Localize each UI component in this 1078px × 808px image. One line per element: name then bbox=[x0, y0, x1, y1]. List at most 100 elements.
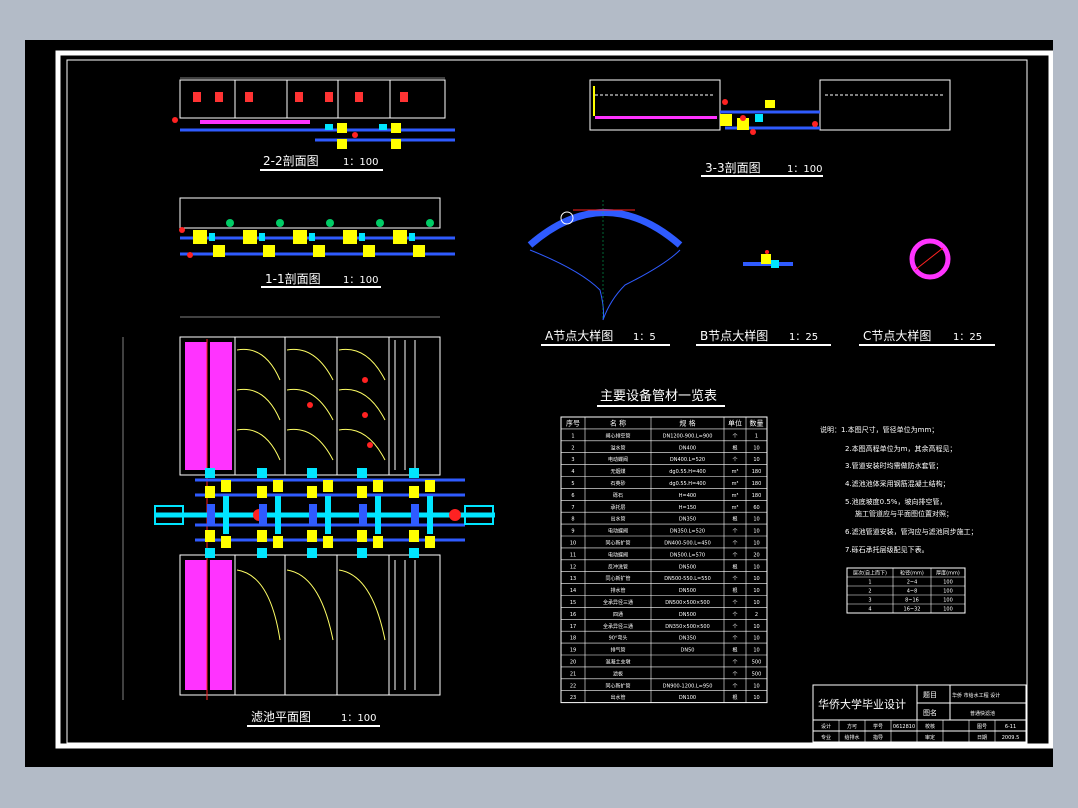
table-cell: 10 bbox=[753, 636, 759, 642]
title-block-cell: 学号 bbox=[873, 723, 883, 730]
valve-symbol bbox=[313, 245, 325, 257]
table-cell: 砾石 bbox=[613, 492, 623, 499]
table-cell: dg0.55.H=400 bbox=[669, 469, 706, 475]
note-line-8: 7.砾石承托层级配见下表。 bbox=[845, 545, 929, 554]
table-cell: 10 bbox=[753, 624, 759, 630]
gravel-cell: 16~32 bbox=[904, 607, 921, 613]
title-block-cell: 给排水 bbox=[844, 734, 859, 741]
table-cell: 7 bbox=[571, 505, 574, 511]
table-cell: 500 bbox=[752, 660, 762, 666]
plan-title: 滤池平面图 bbox=[251, 710, 311, 724]
pipe-fitting bbox=[359, 504, 367, 526]
valve-symbol bbox=[257, 486, 267, 498]
table-cell: 16 bbox=[570, 612, 576, 618]
detail-a-scale: 1：5 bbox=[633, 332, 656, 343]
table-cell: 9 bbox=[571, 529, 574, 535]
gravel-cell: 8~16 bbox=[905, 598, 919, 604]
table-cell: 同心新扩管 bbox=[605, 682, 630, 689]
table-cell: 11 bbox=[570, 552, 576, 558]
table-cell: 排气管 bbox=[610, 647, 625, 654]
table-cell: 10 bbox=[753, 445, 759, 451]
table-cell: 根 bbox=[732, 587, 737, 594]
pipe-fitting bbox=[207, 504, 215, 526]
valve-symbol bbox=[425, 536, 435, 548]
table-cell: 10 bbox=[570, 541, 576, 547]
table-header-cell: 规 格 bbox=[679, 419, 695, 428]
table-cell: 21 bbox=[570, 671, 576, 677]
pipe-fitting bbox=[309, 233, 315, 241]
table-cell: DN500-550.L=550 bbox=[664, 576, 711, 582]
pipe-fitting bbox=[257, 468, 267, 478]
table-cell: DN400-500.L=450 bbox=[664, 541, 711, 547]
table-cell: DN50 bbox=[681, 648, 695, 654]
pipe-fitting bbox=[357, 468, 367, 478]
table-cell: DN500 bbox=[679, 588, 696, 594]
table-cell: 根 bbox=[732, 563, 737, 570]
gravel-cell: 1 bbox=[868, 580, 871, 586]
detail-a-title: A节点大样图 bbox=[545, 328, 613, 343]
table-header-cell: 单位 bbox=[728, 419, 742, 428]
table-cell: 排水管 bbox=[610, 587, 625, 594]
section-2-2-scale: 1：100 bbox=[343, 157, 378, 168]
section-1-1-title: 1-1剖面图 bbox=[265, 272, 321, 286]
title-block-project-label: 题目 bbox=[923, 691, 937, 699]
table-cell: 22 bbox=[570, 683, 576, 689]
valve-symbol bbox=[263, 245, 275, 257]
pipe-fitting bbox=[411, 504, 419, 526]
table-cell: 10 bbox=[753, 695, 759, 701]
table-cell: 20 bbox=[753, 552, 759, 558]
pipe-fitting bbox=[257, 548, 267, 558]
table-cell: 10 bbox=[753, 588, 759, 594]
note-line-6: 施工管道应与平面图位置对照； bbox=[855, 509, 953, 518]
table-cell: 电动蝶阀 bbox=[608, 528, 628, 535]
pipe-fitting bbox=[427, 496, 433, 534]
table-cell: 个 bbox=[732, 541, 737, 547]
table-cell: 全承异径三通 bbox=[603, 623, 633, 630]
gravel-cell: 4~8 bbox=[907, 589, 918, 595]
gravel-cell: 3 bbox=[868, 598, 871, 604]
table-cell: 闸心排空管 bbox=[605, 432, 630, 439]
detail-c-scale: 1：25 bbox=[953, 332, 982, 343]
cad-drawing: 2-2剖面图 1：100 3-3剖面图 1：100 1-1剖面图 1：100 A… bbox=[55, 50, 1053, 749]
table-cell: 10 bbox=[753, 683, 759, 689]
table-cell: 无烟煤 bbox=[610, 468, 625, 475]
section-3-3-title: 3-3剖面图 bbox=[705, 161, 761, 175]
table-cell: 10 bbox=[753, 564, 759, 570]
pipe-fitting bbox=[375, 496, 381, 534]
table-cell: 电动蝶阀 bbox=[608, 551, 628, 558]
gravel-cell: 100 bbox=[943, 607, 953, 613]
table-cell: DN900-1200.L=950 bbox=[663, 683, 713, 689]
table-cell: 2 bbox=[755, 612, 758, 618]
table-cell: 个 bbox=[732, 624, 737, 630]
title-block-cell: 0612810 bbox=[893, 724, 915, 730]
table-cell: 180 bbox=[752, 493, 762, 499]
title-block-project: 华侨 市给水工程 设计 bbox=[952, 692, 1000, 699]
table-cell: 同心新扩管 bbox=[605, 540, 630, 547]
title-block-cell: 日期 bbox=[977, 735, 987, 741]
table-cell: 60 bbox=[753, 505, 759, 511]
table-cell: 23 bbox=[570, 695, 576, 701]
table-cell: 混凝土支墩 bbox=[605, 659, 630, 666]
table-cell: 2 bbox=[571, 445, 574, 451]
table-cell: 石英砂 bbox=[610, 480, 625, 487]
gravel-cell: 2~4 bbox=[907, 580, 918, 586]
valve-symbol bbox=[409, 486, 419, 498]
table-cell: 个 bbox=[732, 600, 737, 606]
pipe-fitting bbox=[325, 496, 331, 534]
valve-symbol bbox=[323, 536, 333, 548]
table-cell: 个 bbox=[732, 529, 737, 535]
table-cell: 根 bbox=[732, 516, 737, 523]
valve-symbol bbox=[343, 230, 357, 244]
table-cell: DN350.L=520 bbox=[670, 529, 705, 535]
valve-symbol bbox=[273, 480, 283, 492]
table-cell: DN350×500×500 bbox=[665, 624, 710, 630]
table-cell: 个 bbox=[732, 552, 737, 558]
table-cell: DN350 bbox=[679, 517, 696, 523]
table-cell: 个 bbox=[732, 433, 737, 439]
title-block-cell: 指导 bbox=[873, 734, 883, 741]
title-block-drawing-label: 图名 bbox=[923, 708, 937, 717]
cad-viewport[interactable]: 2-2剖面图 1：100 3-3剖面图 1：100 1-1剖面图 1：100 A… bbox=[25, 40, 1053, 767]
table-cell: 10 bbox=[753, 457, 759, 463]
note-line-5: 5.池底坡度0.5%，坡向排空管， bbox=[845, 497, 946, 506]
table-cell: 1 bbox=[571, 433, 574, 439]
